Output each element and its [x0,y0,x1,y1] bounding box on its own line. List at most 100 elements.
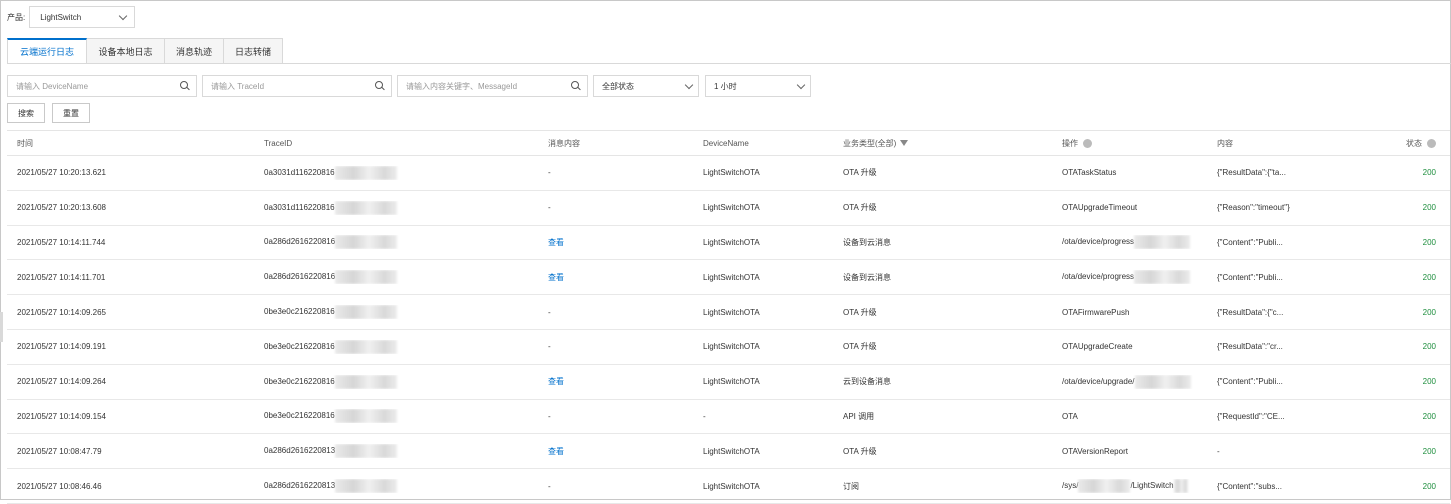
redacted-block [334,374,397,389]
cell-trace-id: 0be3e0c216220816 [254,339,538,354]
tab-label: 日志转储 [234,46,271,57]
cell-status: 200 [1422,203,1436,213]
help-icon[interactable] [1083,138,1092,148]
message-text: - [548,411,551,421]
cell-business-type: 设备到云消息 [843,237,891,247]
search-icon[interactable] [180,81,190,91]
log-table: 时间 TraceID 消息内容 DeviceName 业务类型(全部) 操作 内… [7,130,1450,504]
cell-content: {"Content":"Publi... [1217,377,1283,387]
message-text: - [548,307,551,317]
message-text: - [548,168,551,178]
chevron-down-icon [118,11,128,20]
cell-trace-id: 0a286d2616220816 [254,235,538,250]
operation-text: OTAFirmwarePush [1062,307,1130,317]
operation-text: OTAVersionReport [1062,446,1128,456]
trace-id-placeholder: 请输入 TraceId [211,81,265,91]
filter-icon[interactable] [900,140,909,146]
product-select[interactable]: LightSwitch [29,6,136,28]
cell-time: 2021/05/27 10:14:11.744 [17,237,106,247]
tab-cloud-logs[interactable]: 云端运行日志 [7,38,87,64]
redacted-block [334,339,397,354]
view-message-link[interactable]: 查看 [548,447,564,456]
table-row: 2021/05/27 10:20:13.608 0a3031d116220816 -… [7,191,1450,226]
cell-message: 查看 [538,446,693,457]
time-range-value: 1 小时 [714,81,737,91]
trace-id-text: 0be3e0c216220816 [264,411,335,421]
cell-trace-id: 0a286d2616220813 [254,479,538,494]
operation-text: /ota/device/progress [1062,272,1135,282]
scrollbar-thumb[interactable] [0,312,3,342]
message-text: - [548,203,551,213]
cell-business-type: 订阅 [843,481,859,491]
status-select[interactable]: 全部状态 [593,75,699,97]
operation-text: OTAUpgradeCreate [1062,342,1133,352]
tab-log-dump[interactable]: 日志转储 [224,38,283,64]
column-header-trace-id: TraceID [264,138,293,148]
cell-device-name: LightSwitchOTA [703,377,760,387]
tab-device-local-logs[interactable]: 设备本地日志 [87,38,165,64]
search-button[interactable]: 搜索 [7,103,45,123]
table-row: 2021/05/27 10:14:11.744 0a286d2616220816 查… [7,226,1450,261]
cell-trace-id: 0a286d2616220816 [254,270,538,285]
operation-text: /ota/device/progress [1062,237,1135,247]
redacted-block [335,235,398,250]
cell-status: 200 [1422,411,1436,421]
view-message-link[interactable]: 查看 [548,377,564,386]
cell-message: - [538,412,693,421]
reset-button[interactable]: 重置 [52,103,90,123]
cell-operation: OTATaskStatus [1052,168,1207,177]
column-header-message: 消息内容 [548,138,580,148]
search-icon[interactable] [375,81,385,91]
cell-message: 查看 [538,376,693,387]
column-header-business-type[interactable]: 业务类型(全部) [833,138,1052,149]
operation-suffix: /LightSwitch [1130,481,1174,491]
table-row: 2021/05/27 10:08:46.46 0a286d2616220813 - L… [7,469,1450,504]
cell-message: - [538,342,693,351]
cell-time: 2021/05/27 10:08:46.46 [17,481,102,491]
view-message-link[interactable]: 查看 [548,273,564,282]
cell-business-type: OTA 升级 [843,307,877,317]
cell-business-type: 云到设备消息 [843,377,891,387]
cell-device-name: - [703,411,706,421]
trace-id-text: 0be3e0c216220816 [264,376,335,386]
cell-time: 2021/05/27 10:14:09.265 [17,307,106,317]
redacted-block [1134,235,1191,250]
tab-label: 消息轨迹 [175,46,212,57]
operation-text: /sys/ [1062,481,1079,491]
table-row: 2021/05/27 10:14:09.265 0be3e0c216220816 -… [7,295,1450,330]
trace-id-search-input[interactable]: 请输入 TraceId [202,75,392,97]
cell-status: 200 [1422,446,1436,456]
tab-label: 云端运行日志 [19,47,74,57]
search-icon[interactable] [571,81,581,91]
cell-trace-id: 0be3e0c216220816 [254,409,538,424]
help-icon[interactable] [1427,138,1436,148]
device-name-search-input[interactable]: 请输入 DeviceName [7,75,197,97]
cell-operation: OTAUpgradeTimeout [1052,203,1207,212]
trace-id-text: 0a286d2616220813 [264,446,336,456]
redacted-block [334,305,397,320]
cell-content: {"Content":"Publi... [1217,272,1283,282]
cell-operation: /ota/device/upgrade/ [1052,374,1207,389]
cell-time: 2021/05/27 10:14:11.701 [17,272,106,282]
cell-status: 200 [1422,307,1436,317]
cell-business-type: 设备到云消息 [843,272,891,282]
trace-id-text: 0be3e0c216220816 [264,341,335,351]
device-name-placeholder: 请输入 DeviceName [16,81,89,91]
cell-device-name: LightSwitchOTA [703,272,760,282]
trace-id-text: 0be3e0c216220816 [264,307,335,317]
message-text: - [548,342,551,352]
view-message-link[interactable]: 查看 [548,238,564,247]
time-range-select[interactable]: 1 小时 [705,75,811,97]
cell-trace-id: 0a3031d116220816 [254,165,538,180]
trace-id-text: 0a3031d116220816 [264,202,335,212]
cell-trace-id: 0a286d2616220813 [254,444,538,459]
cell-message: - [538,168,693,177]
operation-text: /ota/device/upgrade/ [1062,376,1135,386]
tab-message-trace[interactable]: 消息轨迹 [165,38,224,64]
keyword-placeholder: 请输入内容关键字、MessageId [406,81,518,91]
table-header: 时间 TraceID 消息内容 DeviceName 业务类型(全部) 操作 内… [7,130,1450,156]
keyword-search-input[interactable]: 请输入内容关键字、MessageId [397,75,588,97]
cell-business-type: API 调用 [843,411,875,421]
column-header-device-name: DeviceName [703,138,749,148]
cell-content: {"ResultData":{"ta... [1217,168,1286,178]
